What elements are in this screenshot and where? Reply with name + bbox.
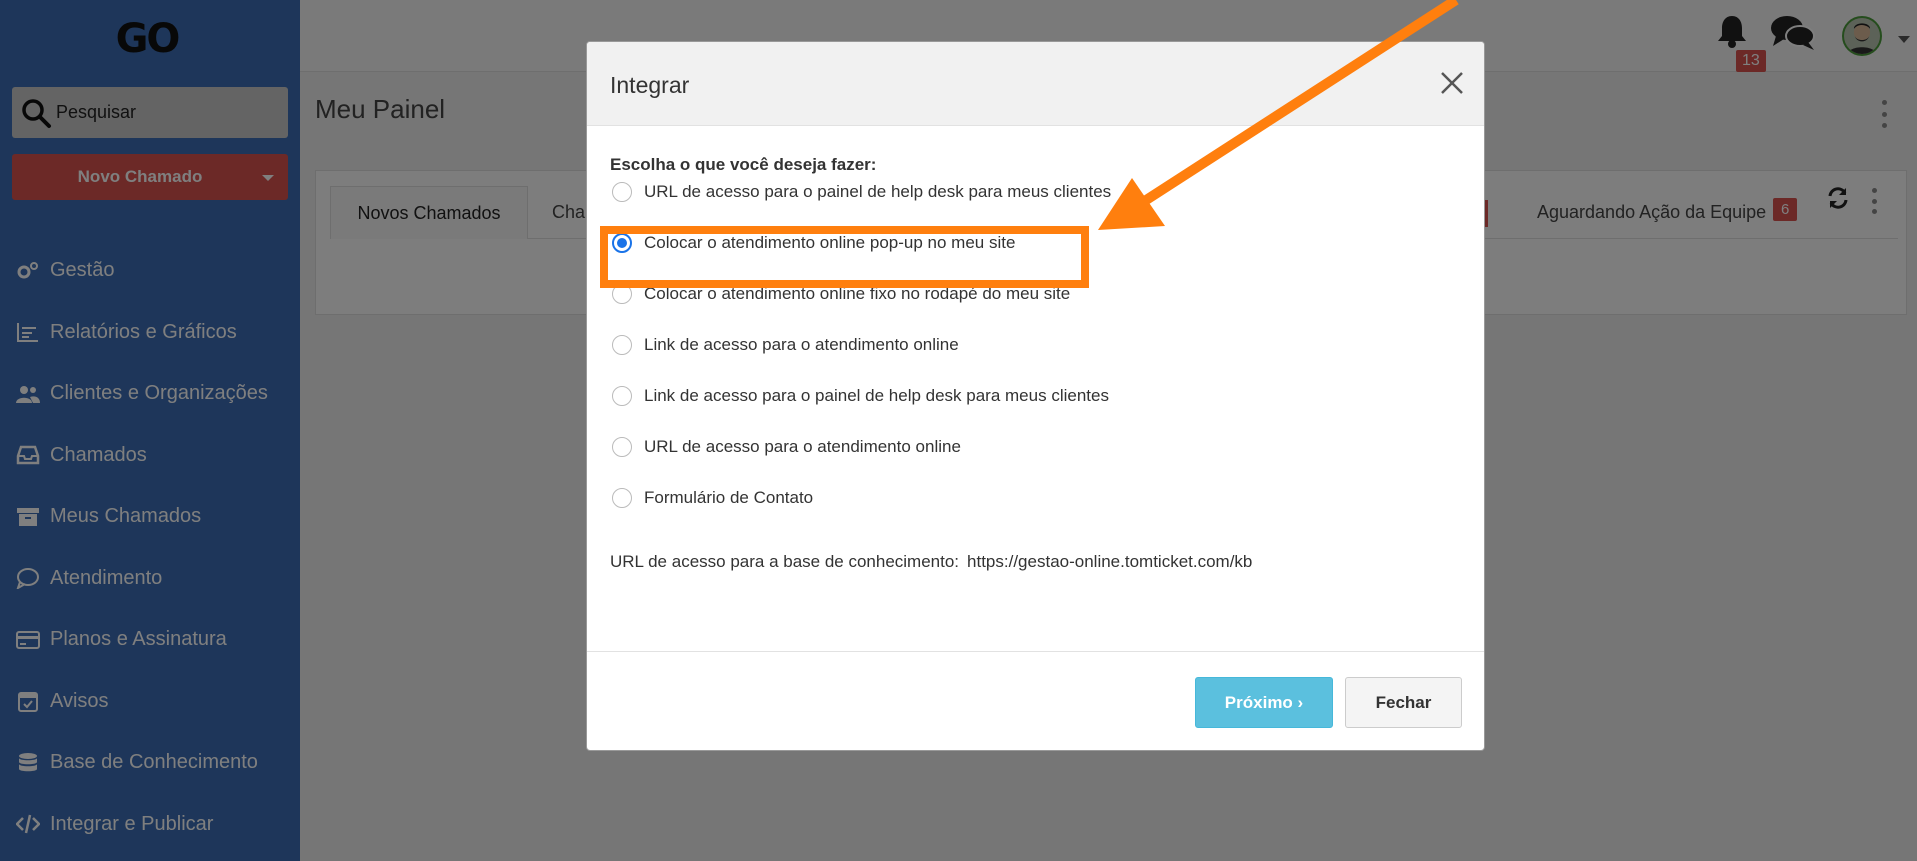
kb-label: URL de acesso para a base de conheciment… — [610, 552, 960, 571]
radio-button[interactable] — [612, 386, 632, 406]
option-label: URL de acesso para o atendimento online — [644, 437, 961, 456]
kb-url-line: URL de acesso para a base de conheciment… — [610, 552, 1252, 572]
option-link-help-desk[interactable]: Link de acesso para o painel de help des… — [612, 381, 1109, 411]
option-label: Link de acesso para o painel de help des… — [644, 386, 1109, 405]
radio-button[interactable] — [612, 335, 632, 355]
integrate-modal: Integrar Escolha o que você deseja fazer… — [586, 41, 1485, 751]
option-label: Formulário de Contato — [644, 488, 814, 507]
radio-button[interactable] — [612, 437, 632, 457]
modal-prompt: Escolha o que você deseja fazer: — [610, 155, 877, 174]
kb-url[interactable]: https://gestao-online.tomticket.com/kb — [967, 552, 1252, 571]
radio-button[interactable] — [612, 488, 632, 508]
highlight-box — [600, 226, 1089, 288]
radio-button[interactable] — [612, 182, 632, 202]
modal-body: Escolha o que você deseja fazer: URL de … — [587, 126, 1484, 653]
option-label: URL de acesso para o painel de help desk… — [644, 182, 1112, 201]
modal-footer: Próximo › Fechar — [587, 651, 1484, 750]
option-url-online[interactable]: URL de acesso para o atendimento online — [612, 432, 961, 462]
option-link-online[interactable]: Link de acesso para o atendimento online — [612, 330, 959, 360]
close-button[interactable]: Fechar — [1345, 677, 1462, 728]
next-button[interactable]: Próximo › — [1195, 677, 1333, 728]
modal-header: Integrar — [587, 42, 1484, 126]
option-label: Link de acesso para o atendimento online — [644, 335, 959, 354]
close-icon[interactable] — [1439, 70, 1465, 96]
option-url-help-desk[interactable]: URL de acesso para o painel de help desk… — [612, 177, 1111, 207]
modal-title: Integrar — [610, 72, 690, 98]
option-contact-form[interactable]: Formulário de Contato — [612, 483, 813, 513]
